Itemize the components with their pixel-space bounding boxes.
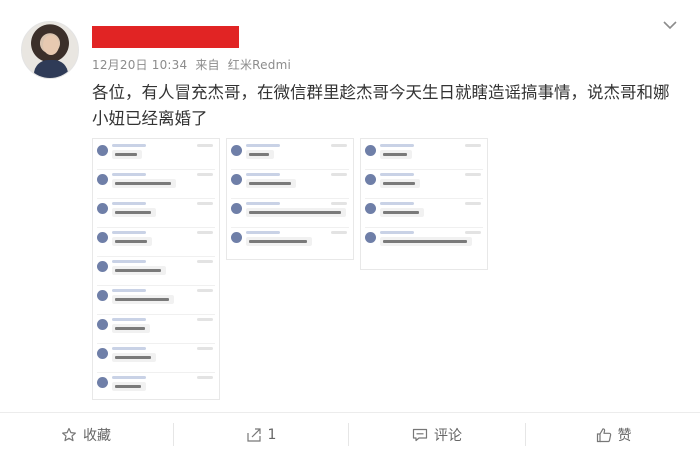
chat-screenshot-1[interactable] bbox=[92, 138, 220, 400]
screenshot-gallery[interactable] bbox=[92, 138, 488, 400]
share-icon bbox=[246, 427, 261, 442]
post-timestamp[interactable]: 12月20日 10:34 bbox=[92, 58, 187, 72]
favorite-button[interactable]: 收藏 bbox=[0, 413, 172, 455]
action-divider bbox=[348, 423, 349, 446]
chat-screenshot-3[interactable] bbox=[360, 138, 488, 270]
post-source-prefix: 来自 bbox=[195, 58, 220, 72]
avatar-face bbox=[43, 35, 59, 55]
comment-button[interactable]: 评论 bbox=[350, 413, 524, 455]
action-divider bbox=[525, 423, 526, 446]
post-text: 各位，有人冒充杰哥，在微信群里趁杰哥今天生日就瞎造谣搞事情，说杰哥和娜小妞已经离… bbox=[92, 83, 670, 128]
avatar-shirt bbox=[34, 60, 68, 78]
action-divider bbox=[173, 423, 174, 446]
avatar[interactable] bbox=[21, 21, 79, 79]
like-button[interactable]: 赞 bbox=[527, 413, 700, 455]
comment-label: 评论 bbox=[434, 427, 462, 444]
comment-icon bbox=[412, 428, 428, 441]
like-label: 赞 bbox=[617, 427, 632, 444]
post-action-bar: 收藏 1 评论 赞 bbox=[0, 412, 700, 455]
chat-screenshot-2[interactable] bbox=[226, 138, 354, 260]
chevron-down-icon[interactable] bbox=[662, 17, 678, 33]
star-icon bbox=[62, 427, 76, 441]
favorite-label: 收藏 bbox=[83, 427, 111, 444]
post-meta: 12月20日 10:34 来自 红米Redmi bbox=[92, 56, 295, 73]
repost-count: 1 bbox=[267, 426, 277, 443]
username-redacted bbox=[92, 26, 239, 48]
post-source-device[interactable]: 红米Redmi bbox=[228, 58, 291, 72]
weibo-post-card: 12月20日 10:34 来自 红米Redmi 各位，有人冒充杰哥，在微信群里趁… bbox=[0, 0, 700, 412]
repost-button[interactable]: 1 bbox=[175, 413, 347, 455]
thumbs-up-icon bbox=[596, 427, 611, 442]
